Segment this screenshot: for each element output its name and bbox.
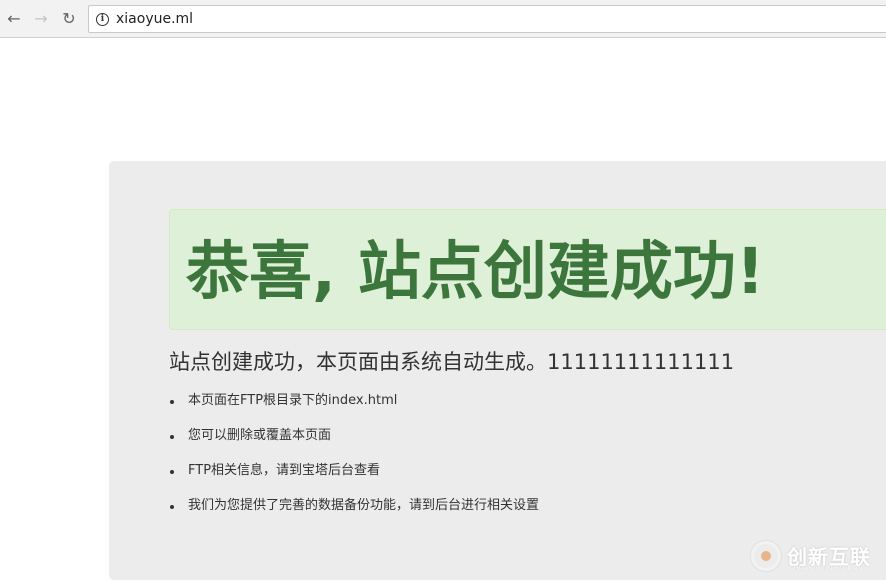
url-text[interactable]: xiaoyue.ml [116,11,193,27]
list-item: 我们为您提供了完善的数据备份功能，请到后台进行相关设置 [169,496,539,531]
forward-arrow-icon[interactable]: → [30,8,52,30]
site-info-icon[interactable]: i [96,13,109,26]
watermark-logo-icon [751,541,781,571]
list-item: FTP相关信息，请到宝塔后台查看 [169,461,539,496]
list-item: 本页面在FTP根目录下的index.html [169,391,539,426]
browser-toolbar: ← → ↻ i xiaoyue.ml [0,0,886,38]
watermark-logo: 创新互联 CHUANG XIN HU LIAN [749,537,886,577]
watermark-subtext: CHUANG XIN HU LIAN [789,565,864,572]
list-item: 您可以删除或覆盖本页面 [169,426,539,461]
banner-title: 恭喜, 站点创建成功! [186,235,765,308]
reload-icon[interactable]: ↻ [58,8,80,30]
success-banner: 恭喜, 站点创建成功! [169,209,886,330]
back-arrow-icon[interactable]: ← [3,8,25,30]
info-list: 本页面在FTP根目录下的index.html 您可以删除或覆盖本页面 FTP相关… [169,391,539,531]
page-subtitle: 站点创建成功，本页面由系统自动生成。11111111111111 [169,350,735,374]
address-bar[interactable]: i xiaoyue.ml [88,5,886,33]
page-panel: 恭喜, 站点创建成功! 站点创建成功，本页面由系统自动生成。1111111111… [109,161,886,580]
